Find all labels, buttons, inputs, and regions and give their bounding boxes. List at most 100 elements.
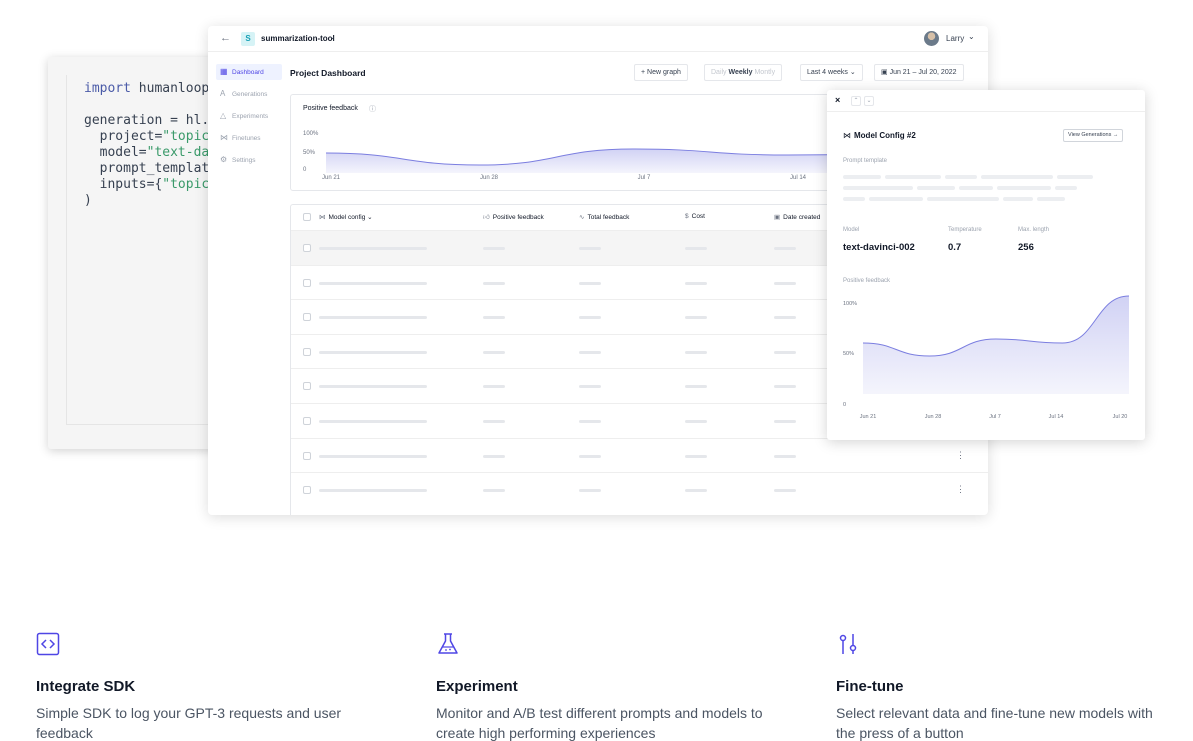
- placeholder-cell: [319, 316, 427, 320]
- column-header-cost[interactable]: $ Cost: [685, 213, 705, 220]
- period-toggle[interactable]: Daily Weekly Montly: [704, 64, 783, 81]
- area-fill: [326, 149, 871, 173]
- chevron-down-icon[interactable]: ⌄: [968, 32, 975, 41]
- range-select[interactable]: Last 4 weeks ⌄: [800, 64, 863, 81]
- column-header-date-created[interactable]: ▣ Date created: [774, 213, 820, 221]
- temperature-value: 0.7: [948, 242, 962, 253]
- chevron-up-icon[interactable]: ⌃: [851, 96, 861, 106]
- placeholder-cell: [774, 454, 796, 458]
- placeholder-cell: [579, 350, 601, 354]
- project-name[interactable]: summarization-tool: [261, 34, 335, 43]
- placeholder-cell: [685, 316, 707, 320]
- row-checkbox[interactable]: [303, 486, 311, 495]
- feature-desc-experiment: Monitor and A/B test different prompts a…: [436, 705, 763, 741]
- period-weekly[interactable]: Weekly: [729, 69, 753, 76]
- placeholder-line: [1003, 197, 1033, 201]
- x-tick-label: Jul 7: [989, 414, 1001, 420]
- x-tick-label: Jul 7: [638, 175, 651, 181]
- text-icon: A: [220, 89, 226, 98]
- placeholder-line: [1057, 175, 1093, 179]
- sidebar-item-finetunes[interactable]: ⋈ Finetunes: [216, 130, 282, 146]
- placeholder-line: [843, 186, 913, 190]
- back-arrow-icon[interactable]: ←: [220, 32, 231, 44]
- row-checkbox[interactable]: [303, 382, 311, 391]
- placeholder-line: [869, 197, 923, 201]
- gear-icon: ⚙: [220, 155, 228, 164]
- thumbs-up-icon: 👍︎: [483, 214, 490, 221]
- chart-label: Positive feedback: [843, 278, 891, 284]
- placeholder-cell: [685, 281, 707, 285]
- placeholder-line: [1055, 186, 1077, 190]
- period-daily[interactable]: Daily: [711, 69, 727, 76]
- row-checkbox[interactable]: [303, 313, 311, 322]
- placeholder-cell: [319, 247, 427, 250]
- activity-icon: ∿: [579, 214, 585, 221]
- model-icon: ⋈: [220, 133, 228, 142]
- sidebar-item-experiments[interactable]: △ Experiments: [216, 108, 282, 124]
- code-snippet: import humanloop generation = hl. projec…: [84, 81, 210, 208]
- max-length-value: 256: [1018, 242, 1034, 253]
- panel-toolbar: × ⌃ ⌄: [827, 90, 1145, 112]
- date-range-picker[interactable]: ▣ Jun 21 – Jul 20, 2022: [874, 64, 964, 81]
- column-header-model-config[interactable]: ⋈ Model config ⌄: [319, 213, 373, 221]
- placeholder-line: [1037, 197, 1065, 201]
- sidebar-item-generations[interactable]: A Generations: [216, 86, 282, 102]
- row-checkbox[interactable]: [303, 451, 311, 460]
- feature-title-experiment: Experiment: [436, 678, 518, 695]
- positive-feedback-chart-card: Positive feedback ⓘ 100% 50% 0 Jun 21 Jun 28…: [290, 94, 871, 191]
- feature-title-sdk: Integrate SDK: [36, 678, 136, 695]
- y-tick-label: 0: [843, 402, 846, 408]
- placeholder-cell: [685, 489, 707, 493]
- placeholder-cell: [483, 281, 505, 285]
- feature-title-finetune: Fine-tune: [836, 678, 904, 695]
- placeholder-cell: [685, 350, 707, 354]
- area-fill: [863, 296, 1129, 394]
- view-generations-button[interactable]: View Generations →: [1063, 129, 1124, 142]
- placeholder-cell: [774, 385, 796, 389]
- user-name[interactable]: Larry: [946, 34, 964, 43]
- placeholder-cell: [483, 489, 505, 493]
- chevron-down-icon[interactable]: ⌄: [864, 96, 874, 106]
- period-monthly[interactable]: Montly: [754, 69, 775, 76]
- column-header-total-feedback[interactable]: ∿ Total feedback: [579, 213, 629, 221]
- model-icon: ⋈: [319, 214, 326, 221]
- x-tick-label: Jul 14: [1049, 414, 1064, 420]
- placeholder-line: [997, 186, 1051, 190]
- placeholder-cell: [319, 420, 427, 423]
- code-icon: [36, 632, 60, 656]
- x-tick-label: Jun 21: [322, 175, 341, 181]
- more-options-icon[interactable]: ⋮: [956, 484, 965, 495]
- table-row[interactable]: ⋮: [291, 472, 988, 507]
- grid-icon: ▦: [220, 67, 228, 76]
- max-length-label: Max. length: [1018, 227, 1050, 233]
- sidebar-item-settings[interactable]: ⚙ Settings: [216, 152, 282, 168]
- model-value: text-davinci-002: [843, 242, 915, 253]
- row-checkbox[interactable]: [303, 278, 311, 287]
- column-header-positive-feedback[interactable]: 👍︎ Positive feedback: [483, 213, 544, 221]
- side-chart-svg: 100% 50% 0 Jun 21 Jun 28 Jul 7 Jul 14 Jul 20: [843, 295, 1130, 420]
- y-tick-label: 50%: [303, 150, 316, 156]
- placeholder-cell: [319, 489, 427, 493]
- collapse-sidebar-icon[interactable]: «: [222, 514, 228, 515]
- temperature-label: Temperature: [948, 227, 982, 233]
- close-icon[interactable]: ×: [835, 95, 840, 105]
- chevron-down-icon: ⌄: [849, 69, 856, 76]
- chevron-down-icon[interactable]: ⌄: [329, 32, 336, 41]
- avatar[interactable]: [924, 31, 939, 46]
- placeholder-cell: [483, 385, 505, 389]
- new-graph-button[interactable]: + New graph: [634, 64, 688, 81]
- row-checkbox[interactable]: [303, 347, 311, 356]
- more-options-icon[interactable]: ⋮: [956, 450, 965, 461]
- row-checkbox[interactable]: [303, 244, 311, 252]
- prompt-template-label: Prompt template: [843, 158, 888, 164]
- sidebar: ▦ Dashboard A Generations △ Experiments ⋈ Fi…: [208, 52, 284, 515]
- placeholder-line: [945, 175, 977, 179]
- placeholder-cell: [483, 350, 505, 354]
- select-all-checkbox[interactable]: [303, 213, 311, 221]
- model-label: Model: [843, 227, 860, 233]
- placeholder-cell: [579, 489, 601, 493]
- row-checkbox[interactable]: [303, 417, 311, 425]
- table-row[interactable]: ⋮: [291, 437, 988, 473]
- placeholder-cell: [685, 247, 707, 250]
- sidebar-item-dashboard[interactable]: ▦ Dashboard: [216, 64, 282, 80]
